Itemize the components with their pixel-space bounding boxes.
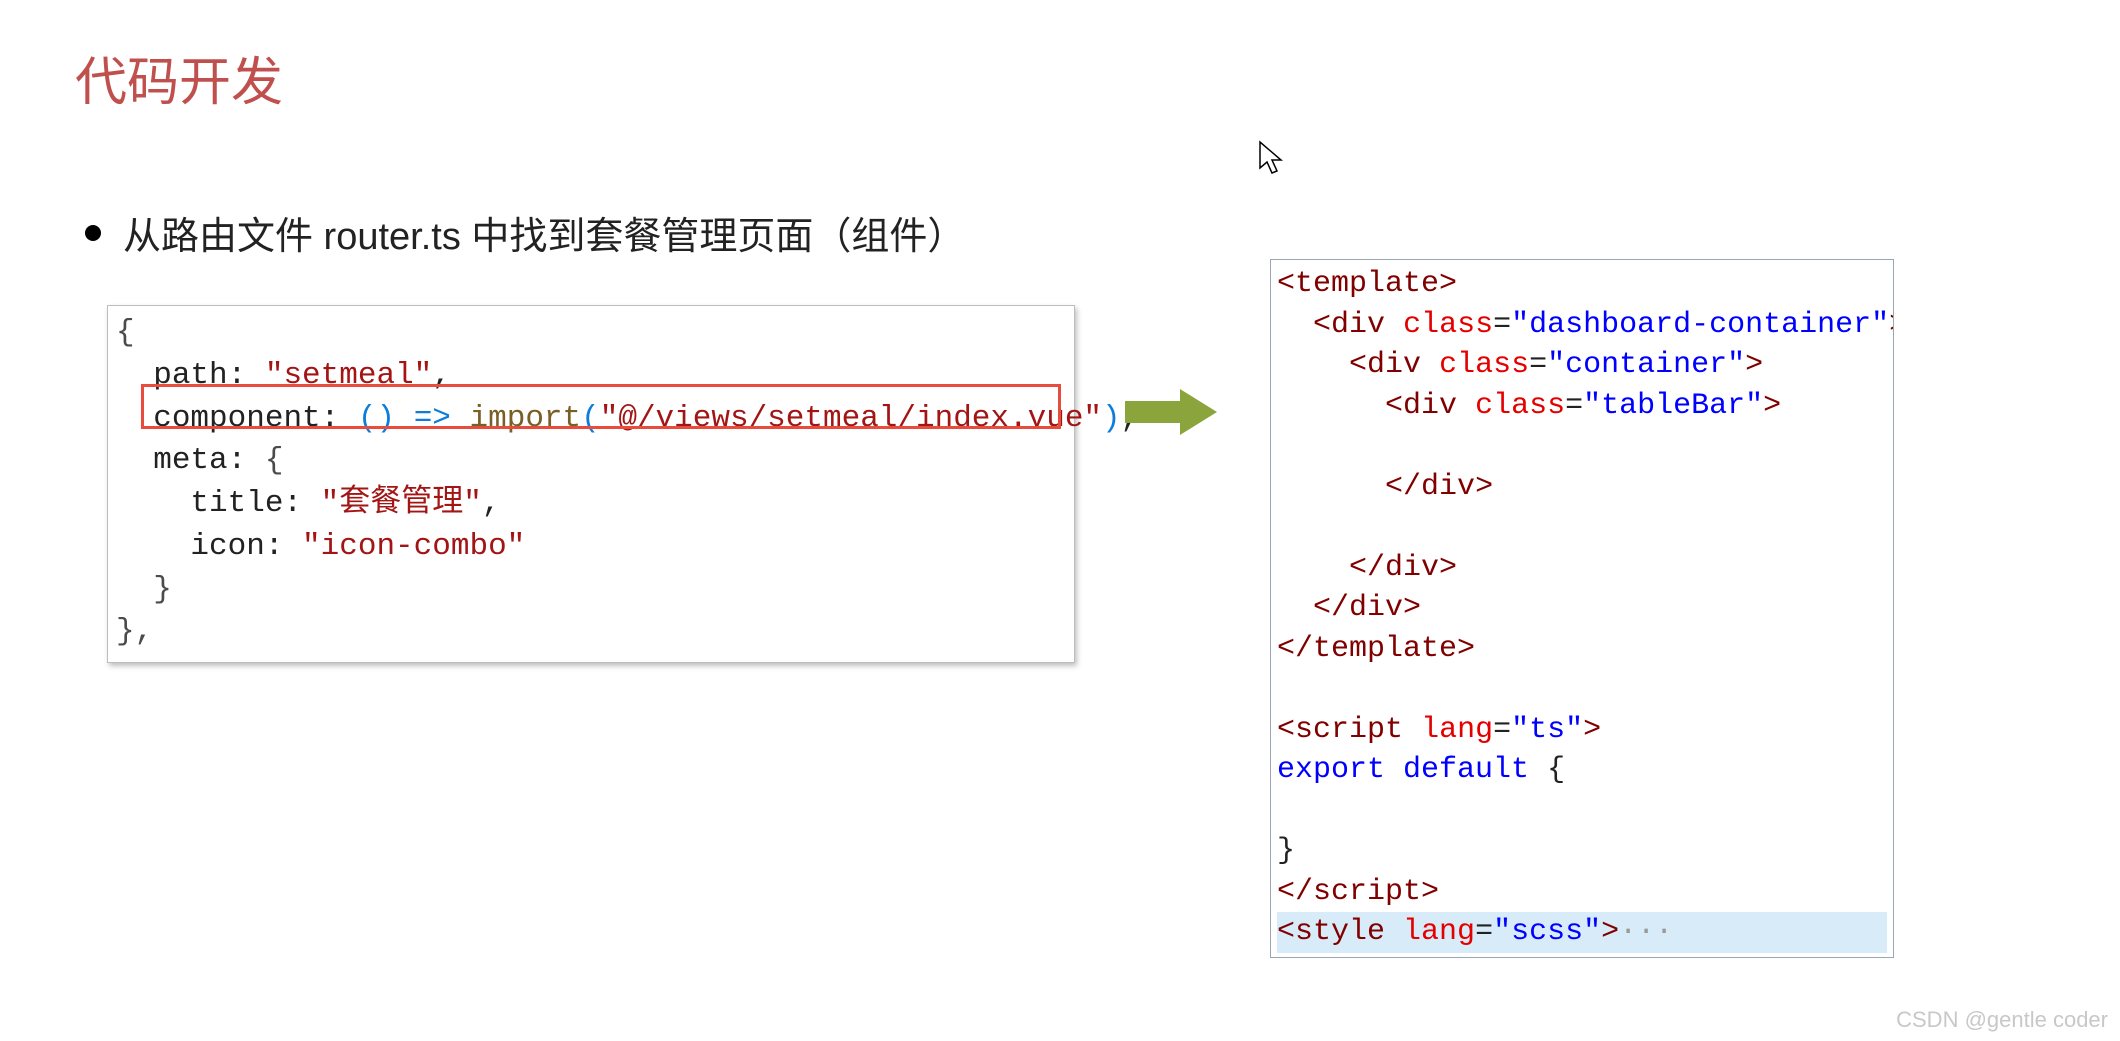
code-token: class <box>1439 348 1529 382</box>
code-token: icon: <box>190 529 283 564</box>
bullet-dot-icon <box>85 225 101 241</box>
code-token: ( <box>581 401 600 436</box>
code-token: "container" <box>1547 348 1745 382</box>
code-token: class <box>1475 389 1565 423</box>
code-token: "tableBar" <box>1583 389 1763 423</box>
watermark-text: CSDN @gentle coder <box>1896 1007 2108 1033</box>
code-token: import <box>470 401 582 436</box>
arrow-right-icon <box>1125 385 1220 440</box>
code-token: ( <box>358 401 377 436</box>
code-token: }, <box>116 614 153 649</box>
code-token: } <box>153 572 172 607</box>
code-token: lang <box>1403 915 1475 949</box>
code-token: { <box>265 443 284 478</box>
code-token: , <box>432 358 451 393</box>
code-token: "icon-combo" <box>302 529 525 564</box>
left-code-block: { path: "setmeal", component: () => impo… <box>107 305 1075 663</box>
code-token: } <box>1277 834 1295 868</box>
code-token: ) <box>1102 401 1121 436</box>
code-token: "套餐管理" <box>321 486 482 521</box>
bullet-text: 从路由文件 router.ts 中找到套餐管理页面（组件） <box>123 205 965 260</box>
code-token: ) <box>376 401 395 436</box>
code-token: component: <box>153 401 339 436</box>
code-token: meta: <box>153 443 246 478</box>
mouse-cursor-icon <box>1258 140 1284 176</box>
code-token: class <box>1403 308 1493 342</box>
bullet-item: 从路由文件 router.ts 中找到套餐管理页面（组件） <box>85 205 965 260</box>
code-token: "@/views/setmeal/index.vue" <box>600 401 1102 436</box>
code-token: ··· <box>1619 915 1673 949</box>
code-token: "scss" <box>1493 915 1601 949</box>
code-token: title: <box>190 486 302 521</box>
code-token: { <box>116 315 135 350</box>
code-token: lang <box>1421 713 1493 747</box>
code-token: path: <box>153 358 246 393</box>
code-token: export default <box>1277 753 1529 787</box>
code-token: => <box>414 401 451 436</box>
right-code-block: <template> <div class="dashboard-contain… <box>1270 259 1894 958</box>
code-token: , <box>482 486 501 521</box>
code-token: "dashboard-container" <box>1511 308 1889 342</box>
code-token: { <box>1547 753 1565 787</box>
code-token: template <box>1295 267 1439 301</box>
code-token: script <box>1313 875 1421 909</box>
code-token: "setmeal" <box>265 358 432 393</box>
code-token: "ts" <box>1511 713 1583 747</box>
page-title: 代码开发 <box>75 40 283 115</box>
